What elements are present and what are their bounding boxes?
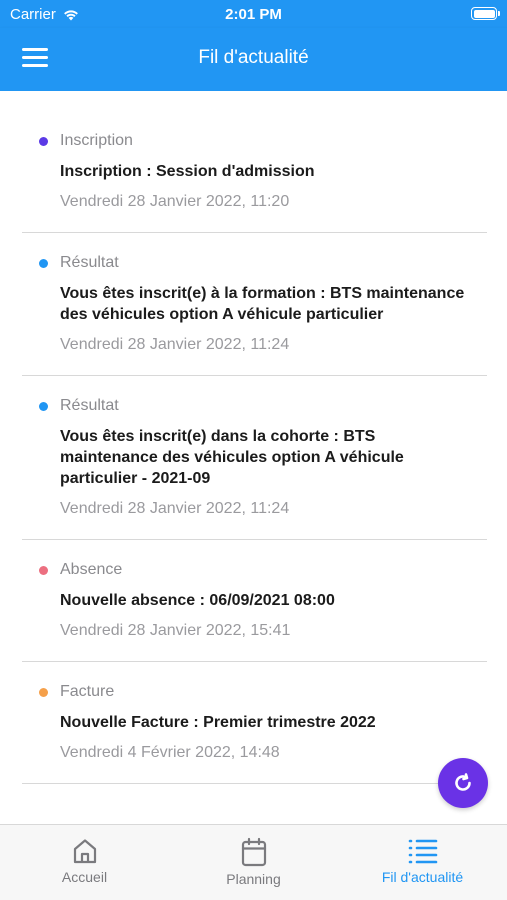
feed-item[interactable]: Facture Nouvelle Facture : Premier trimes… — [22, 662, 487, 784]
feed-list: Inscription Inscription : Session d'admis… — [22, 111, 487, 784]
feed-item-category: Résultat — [60, 254, 119, 271]
category-dot-icon — [39, 259, 48, 268]
feed-item[interactable]: Absence Nouvelle absence : 06/09/2021 08:… — [22, 540, 487, 662]
app-header: Fil d'actualité — [0, 28, 507, 91]
feed-item[interactable]: Résultat Vous êtes inscrit(e) dans la coh… — [22, 376, 487, 540]
category-dot-icon — [39, 688, 48, 697]
page-title: Fil d'actualité — [198, 47, 309, 68]
tab-label-planning: Planning — [226, 871, 281, 887]
feed-item-date: Vendredi 28 Janvier 2022, 15:41 — [60, 622, 291, 639]
feed-item-category: Absence — [60, 561, 123, 578]
tab-accueil[interactable]: Accueil — [0, 825, 169, 900]
feed-item-date: Vendredi 28 Janvier 2022, 11:20 — [60, 193, 290, 210]
calendar-icon — [241, 837, 266, 867]
feed-item-headline: Nouvelle absence : 06/09/2021 08:00 — [60, 592, 335, 609]
tab-bar: Accueil Planning Fil d'actualité — [0, 824, 507, 900]
category-dot-icon — [39, 566, 48, 575]
feed-item-headline: Vous êtes inscrit(e) à la formation : BT… — [60, 285, 465, 323]
feed-item[interactable]: Résultat Vous êtes inscrit(e) à la format… — [22, 233, 487, 376]
tab-planning[interactable]: Planning — [169, 825, 338, 900]
battery-icon — [471, 7, 500, 20]
status-time: 2:01 PM — [225, 6, 282, 23]
refresh-button[interactable] — [438, 758, 488, 808]
category-dot-icon — [39, 137, 48, 146]
feed-item[interactable]: Inscription Inscription : Session d'admis… — [22, 111, 487, 233]
tab-fil-actualite[interactable]: Fil d'actualité — [338, 825, 507, 900]
refresh-icon — [455, 773, 471, 791]
status-bar: Carrier 2:01 PM — [0, 0, 507, 28]
tab-label-accueil: Accueil — [61, 869, 108, 885]
home-icon — [73, 839, 96, 864]
feed-item-category: Résultat — [60, 397, 119, 414]
feed-item-date: Vendredi 28 Janvier 2022, 11:24 — [60, 500, 290, 517]
feed-item-category: Facture — [60, 683, 115, 700]
category-dot-icon — [39, 402, 48, 411]
feed-item-headline: Inscription : Session d'admission — [60, 163, 315, 180]
feed-item-date: Vendredi 28 Janvier 2022, 11:24 — [60, 336, 290, 353]
feed-item-headline: Vous êtes inscrit(e) dans la cohorte : B… — [60, 428, 404, 487]
tab-label-fil-actualite: Fil d'actualité — [381, 869, 464, 885]
feed-item-headline: Nouvelle Facture : Premier trimestre 202… — [60, 714, 376, 731]
feed-item-date: Vendredi 4 Février 2022, 14:48 — [60, 744, 280, 761]
feed-item-category: Inscription — [60, 132, 133, 149]
news-feed[interactable]: Inscription Inscription : Session d'admis… — [0, 91, 507, 824]
list-icon — [408, 839, 437, 864]
